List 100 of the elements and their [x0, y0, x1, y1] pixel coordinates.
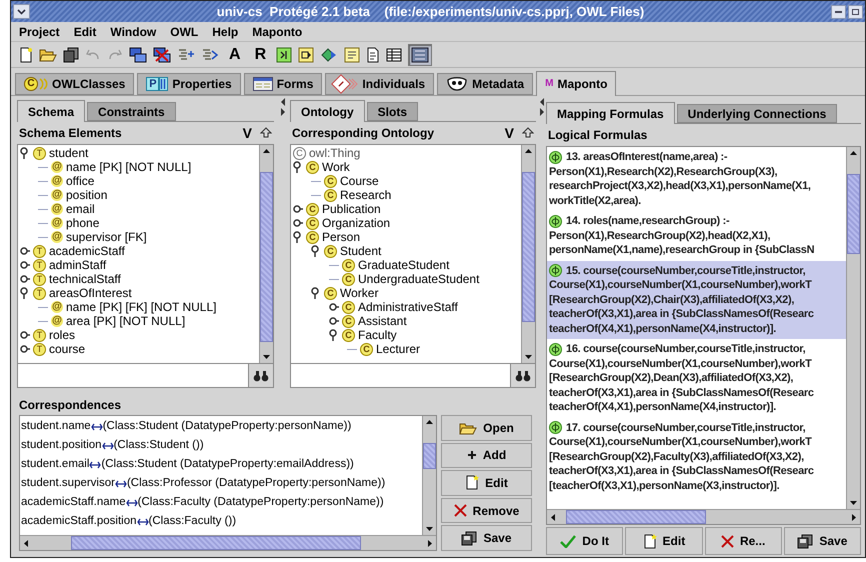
- collapse-left-icon[interactable]: [280, 98, 286, 106]
- menu-item[interactable]: Project: [19, 22, 60, 40]
- disks-icon[interactable]: [63, 46, 79, 62]
- expanded-toggle-icon[interactable]: [293, 231, 303, 243]
- menu-item[interactable]: Edit: [74, 22, 96, 40]
- window-menu-button[interactable]: [13, 4, 30, 19]
- play-box-icon[interactable]: [298, 46, 314, 62]
- class-icon: C: [24, 77, 38, 91]
- list-arrow-icon[interactable]: [201, 46, 219, 62]
- toolbar-button[interactable]: A: [225, 42, 245, 66]
- tab[interactable]: I Individuals: [325, 73, 434, 95]
- mapping-source[interactable]: academicStaff.name: [21, 494, 126, 512]
- expanded-toggle-icon[interactable]: [293, 161, 303, 173]
- view-button[interactable]: V: [504, 122, 514, 144]
- button[interactable]: Save: [784, 527, 861, 555]
- diamond-arrow-icon[interactable]: [320, 46, 338, 62]
- new-file-icon[interactable]: [19, 46, 33, 62]
- tab[interactable]: Underlying Connections: [676, 104, 838, 123]
- table-icon[interactable]: [386, 48, 402, 62]
- collapse-right-icon[interactable]: [280, 108, 286, 116]
- menu-item[interactable]: OWL: [170, 22, 198, 40]
- button[interactable]: Re...: [704, 527, 782, 555]
- mapping-target[interactable]: (Class:Faculty (DatatypeProperty:personName)): [138, 494, 384, 512]
- button[interactable]: Remove: [441, 498, 532, 524]
- collapsed-toggle-icon[interactable]: [20, 343, 30, 355]
- scroll-thumb[interactable]: [566, 510, 706, 524]
- button[interactable]: Open: [441, 415, 532, 441]
- collapsed-toggle-icon[interactable]: [293, 203, 303, 215]
- double-arrow-icon: [89, 460, 102, 468]
- collapsed-toggle-icon[interactable]: [20, 259, 30, 271]
- upload-icon[interactable]: [522, 127, 534, 139]
- minimize-button[interactable]: [831, 4, 846, 18]
- mapping-target[interactable]: (Class:Professor (DatatypeProperty:personName)): [126, 474, 386, 492]
- mapping-source[interactable]: student.name: [21, 418, 91, 436]
- scroll-thumb[interactable]: [423, 443, 436, 469]
- button[interactable]: Edit: [441, 470, 532, 496]
- expanded-toggle-icon[interactable]: [20, 147, 30, 159]
- checkmark-icon: [560, 534, 576, 548]
- mapping-source[interactable]: academicStaff.position: [21, 512, 136, 530]
- query-box-icon[interactable]: [276, 46, 292, 62]
- mapping-target[interactable]: (Class:Faculty ()): [148, 512, 236, 530]
- windows-delete-icon[interactable]: [153, 46, 171, 62]
- menu-item[interactable]: Help: [212, 22, 238, 40]
- help-toggle-button[interactable]: [408, 44, 432, 66]
- collapsed-toggle-icon[interactable]: [20, 273, 30, 285]
- tab[interactable]: Metadata: [437, 73, 534, 95]
- menu-item[interactable]: Maponto: [252, 22, 302, 40]
- formula-body: Course(X1),courseNumber(X1,courseNumber),workT [ResearchGroup(X2),Faculty(X3),affiliatedOf(X3,X2), teacherOf(X3,X1),area in {SubClassNamesOf(Researc [teacherOf(X3,X1),personName(X3,instructor)].: [549, 435, 815, 493]
- tab[interactable]: C OWLClasses: [15, 73, 134, 95]
- scroll-thumb[interactable]: [522, 172, 535, 322]
- view-button[interactable]: V: [242, 122, 252, 144]
- scrollbar[interactable]: [20, 535, 436, 550]
- tab[interactable]: Mapping Formulas: [546, 102, 675, 124]
- scrollbar[interactable]: [521, 145, 535, 363]
- collapsed-toggle-icon[interactable]: [20, 245, 30, 257]
- document-box-icon[interactable]: [344, 46, 360, 62]
- expanded-toggle-icon[interactable]: [311, 287, 321, 299]
- mapping-source[interactable]: student.position: [21, 436, 102, 454]
- button[interactable]: Save: [441, 525, 532, 551]
- scrollbar[interactable]: [846, 147, 860, 509]
- expanded-toggle-icon[interactable]: [311, 245, 321, 257]
- tab[interactable]: P Properties: [137, 73, 241, 95]
- collapsed-toggle-icon[interactable]: [20, 329, 30, 341]
- mapping-target[interactable]: (Class:Student ()): [114, 436, 204, 454]
- menu-item[interactable]: Window: [110, 22, 156, 40]
- text-document-icon[interactable]: [366, 46, 380, 62]
- button[interactable]: Do It: [546, 527, 624, 555]
- collapsed-toggle-icon[interactable]: [329, 315, 339, 327]
- scroll-thumb[interactable]: [260, 172, 273, 342]
- scroll-thumb[interactable]: [71, 536, 361, 550]
- mapping-target[interactable]: (Class:Student (DatatypeProperty:emailAddress)): [101, 456, 354, 474]
- folder-icon[interactable]: [39, 47, 57, 62]
- collapse-left-icon[interactable]: [539, 98, 545, 106]
- scroll-thumb[interactable]: [847, 174, 860, 254]
- tab[interactable]: Forms: [244, 73, 322, 95]
- expanded-toggle-icon[interactable]: [329, 329, 339, 341]
- scrollbar[interactable]: [259, 145, 273, 363]
- collapsed-toggle-icon[interactable]: [293, 217, 303, 229]
- formula-item[interactable]: [547, 260, 846, 339]
- windows-icon[interactable]: [129, 46, 147, 62]
- maximize-button[interactable]: [848, 4, 863, 18]
- button[interactable]: Edit: [625, 527, 702, 555]
- button[interactable]: Add: [441, 442, 532, 468]
- expanded-toggle-icon[interactable]: [20, 287, 30, 299]
- tab[interactable]: Constraints: [87, 102, 176, 121]
- scrollbar[interactable]: [422, 416, 436, 535]
- collapsed-toggle-icon[interactable]: [329, 301, 339, 313]
- tab[interactable]: Schema: [17, 100, 86, 122]
- search-field[interactable]: [291, 364, 511, 387]
- upload-icon[interactable]: [260, 127, 272, 139]
- mapping-source[interactable]: student.email: [21, 456, 90, 474]
- tab[interactable]: Slots: [366, 102, 418, 121]
- tab[interactable]: M Maponto: [536, 71, 616, 96]
- tab[interactable]: Ontology: [290, 100, 365, 122]
- search-field[interactable]: [18, 364, 249, 387]
- list-arrow-icon[interactable]: [177, 46, 195, 62]
- toolbar-button[interactable]: R: [250, 42, 270, 66]
- mapping-target[interactable]: (Class:Student (DatatypeProperty:personName)): [102, 418, 352, 436]
- mapping-source[interactable]: student.supervisor: [21, 474, 115, 492]
- scrollbar[interactable]: [547, 509, 860, 524]
